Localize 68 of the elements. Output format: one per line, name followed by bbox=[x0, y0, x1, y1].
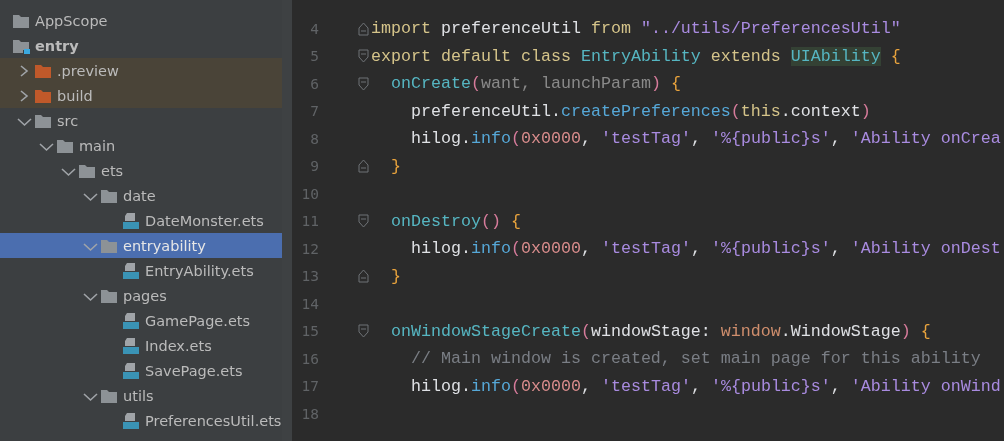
code-line: preferenceUtil.createPreferences(this.context) bbox=[409, 101, 871, 121]
tree-item[interactable]: DateMonster.ets bbox=[0, 208, 282, 233]
line-number: 16 bbox=[300, 350, 319, 367]
line-number: 11 bbox=[300, 213, 319, 230]
tree-item[interactable]: AppScope bbox=[0, 8, 282, 33]
line-number: 7 bbox=[309, 103, 319, 120]
tree-item[interactable]: src bbox=[0, 108, 282, 133]
line-number: 4 bbox=[309, 20, 319, 37]
tree-item[interactable]: pages bbox=[0, 283, 282, 308]
line-number: 5 bbox=[309, 48, 319, 65]
line-number: 14 bbox=[300, 295, 319, 312]
folder-icon bbox=[100, 187, 118, 204]
fold-icon[interactable] bbox=[358, 269, 369, 284]
code-line: hilog.info(0x0000, 'testTag', '%{public}s', 'Ability onDest bbox=[409, 239, 1001, 259]
line-number: 8 bbox=[309, 130, 319, 147]
module-folder-icon bbox=[12, 37, 30, 54]
folder-icon bbox=[100, 287, 118, 304]
folder-icon bbox=[100, 387, 118, 404]
tree-item[interactable]: SavePage.ets bbox=[0, 358, 282, 383]
code-line: onWindowStageCreate(windowStage: window.WindowStage) { bbox=[390, 321, 931, 341]
tree-item[interactable]: ets bbox=[0, 158, 282, 183]
tree-item[interactable]: GamePage.ets bbox=[0, 308, 282, 333]
folder-icon bbox=[34, 112, 52, 129]
line-number: 15 bbox=[300, 323, 319, 340]
line-number: 17 bbox=[300, 378, 319, 395]
line-number: 13 bbox=[300, 268, 319, 285]
code-line: } bbox=[390, 156, 401, 176]
fold-icon[interactable] bbox=[358, 324, 369, 339]
code-line: import preferenceUtil from "../utils/PreferencesUtil" bbox=[371, 19, 901, 39]
ets-file-icon bbox=[122, 312, 140, 329]
fold-icon[interactable] bbox=[358, 159, 369, 174]
line-number: 12 bbox=[300, 240, 319, 257]
code-line: hilog.info(0x0000, 'testTag', '%{public}s', 'Ability onWind bbox=[409, 376, 1001, 396]
ets-file-icon bbox=[122, 262, 140, 279]
tree-item[interactable]: date bbox=[0, 183, 282, 208]
line-number: 10 bbox=[300, 185, 319, 202]
tree-item[interactable]: Index.ets bbox=[0, 333, 282, 358]
ets-file-icon bbox=[122, 337, 140, 354]
tree-item[interactable]: PreferencesUtil.ets bbox=[0, 408, 282, 433]
ets-file-icon bbox=[122, 362, 140, 379]
fold-icon[interactable] bbox=[358, 49, 369, 64]
line-number: 6 bbox=[309, 75, 319, 92]
fold-icon[interactable] bbox=[358, 21, 369, 36]
tree-item[interactable]: EntryAbility.ets bbox=[0, 258, 282, 283]
folder-icon bbox=[34, 62, 52, 79]
line-number: 9 bbox=[309, 158, 319, 175]
fold-icon[interactable] bbox=[358, 214, 369, 229]
tree-item[interactable]: build bbox=[0, 83, 282, 108]
line-number: 18 bbox=[300, 405, 319, 422]
folder-icon bbox=[78, 162, 96, 179]
ets-file-icon bbox=[122, 412, 140, 429]
code-line: hilog.info(0x0000, 'testTag', '%{public}s', 'Ability onCrea bbox=[409, 129, 1001, 149]
tree-item[interactable]: entry bbox=[0, 33, 282, 58]
ets-file-icon bbox=[122, 212, 140, 229]
tree-item[interactable]: utils bbox=[0, 383, 282, 408]
code-line: onCreate(want, launchParam) { bbox=[390, 74, 681, 94]
code-line: } bbox=[390, 266, 401, 286]
tree-item[interactable]: .preview bbox=[0, 58, 282, 83]
code-line: export default class EntryAbility extends UIAbility { bbox=[371, 46, 901, 66]
fold-icon[interactable] bbox=[358, 76, 369, 91]
tree-item[interactable]: main bbox=[0, 133, 282, 158]
tree-item[interactable]: entryability bbox=[0, 233, 282, 258]
code-line: onDestroy() { bbox=[390, 211, 521, 231]
folder-icon bbox=[34, 87, 52, 104]
code-line: // Main window is created, set main page for this ability bbox=[409, 349, 981, 369]
folder-icon bbox=[100, 237, 118, 254]
folder-icon bbox=[56, 137, 74, 154]
folder-icon bbox=[12, 12, 30, 29]
